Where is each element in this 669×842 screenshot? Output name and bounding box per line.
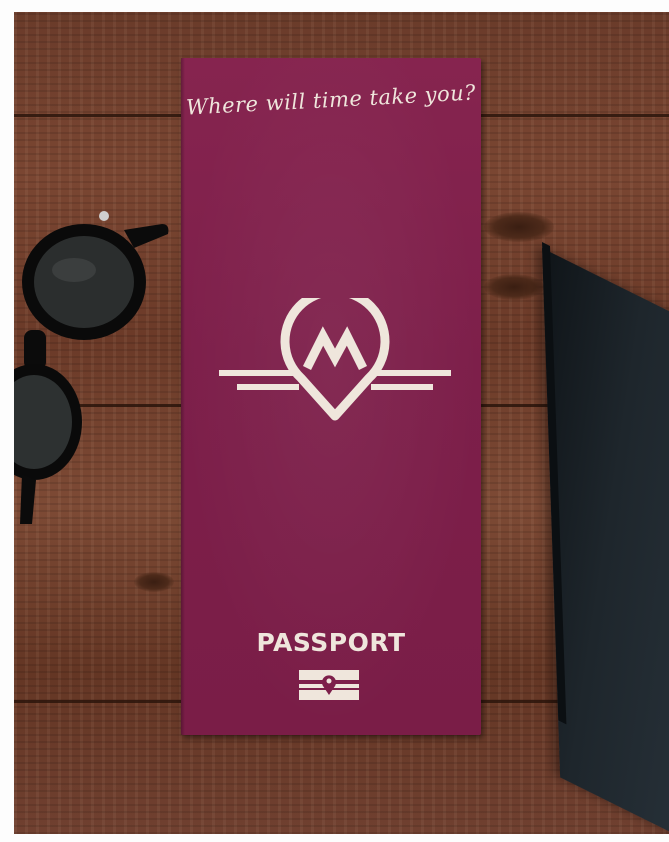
- mountain-pin-logo-icon: [219, 298, 451, 421]
- wood-knot: [484, 212, 554, 242]
- passport-cover: Where will time take you? PASSPORT: [181, 58, 481, 735]
- passport-title: PASSPORT: [256, 628, 406, 657]
- sunglasses: [14, 211, 169, 524]
- image-frame: Where will time take you? PASSPORT: [0, 0, 669, 842]
- tagline: Where will time take you?: [185, 80, 477, 120]
- wood-knot: [484, 274, 544, 300]
- epassport-chip-icon: [299, 670, 359, 700]
- dark-box: [542, 248, 669, 834]
- wood-tabletop-photo: Where will time take you? PASSPORT: [14, 12, 669, 834]
- wood-knot: [134, 572, 174, 592]
